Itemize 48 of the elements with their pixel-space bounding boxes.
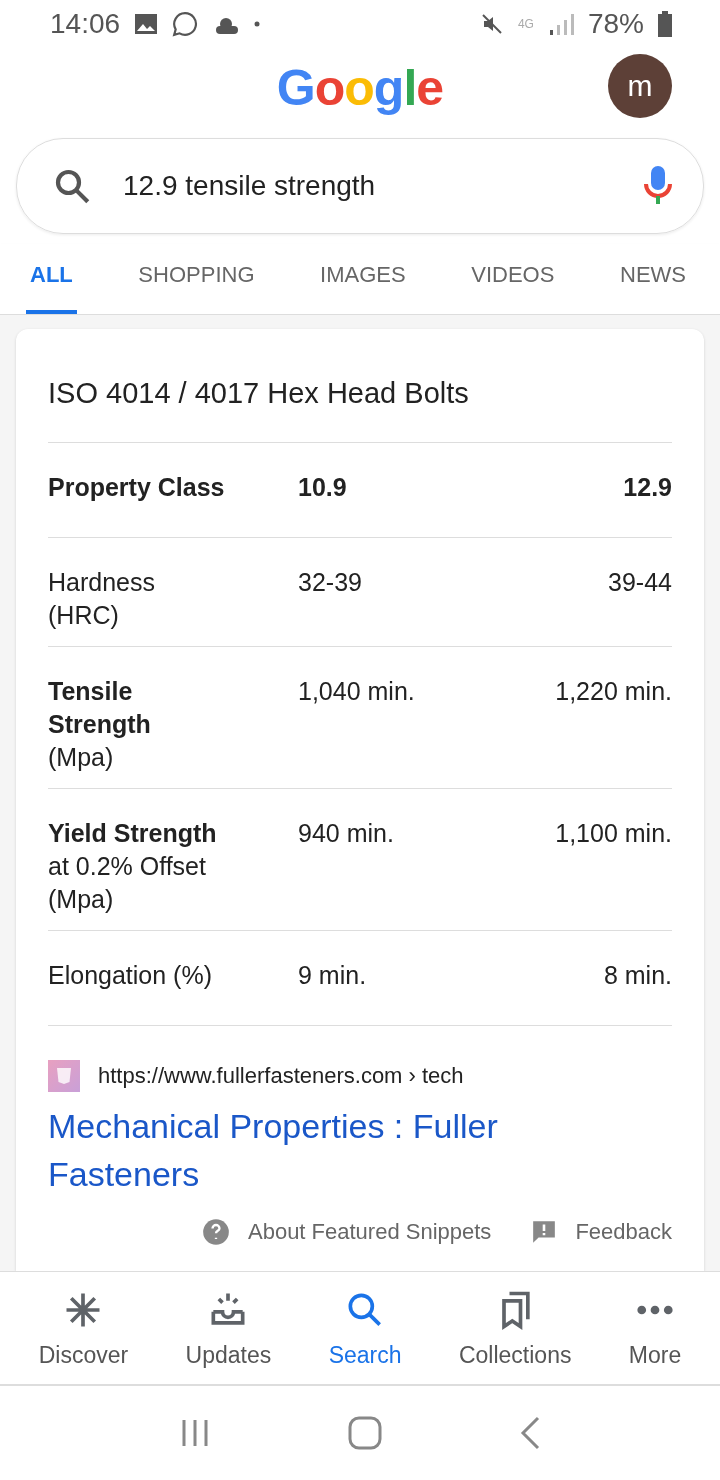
table-cell-text: 12.9 — [622, 472, 672, 503]
nav-item[interactable]: Discover — [32, 1286, 135, 1370]
back-icon[interactable] — [519, 1416, 542, 1450]
table-cell-text: 1,040 min. — [298, 676, 416, 707]
table-cell-text: 940 min. — [298, 818, 395, 849]
signal-icon — [547, 12, 574, 36]
table-cell-text: 10.9 — [298, 472, 348, 503]
nav-item[interactable]: Updates — [179, 1286, 278, 1370]
google-logo: Google — [276, 59, 444, 117]
nav-item[interactable]: More — [622, 1286, 688, 1370]
clock-time: 14:06 — [50, 8, 121, 40]
search-tab[interactable]: SHOPPING — [134, 244, 259, 314]
table-cell-text: Tensile Strength (Mpa) — [48, 676, 152, 773]
table-cell-text: 39-44 — [607, 567, 672, 598]
table-cell-text: 32-39 — [298, 567, 363, 598]
search-field[interactable]: 12.9 tensile strength — [16, 138, 704, 234]
battery-icon — [658, 11, 672, 37]
table-cell-text: 1,100 min. — [554, 818, 672, 849]
search-tab[interactable]: NEWS — [616, 244, 690, 314]
chat-icon — [172, 11, 199, 37]
microphone-icon[interactable] — [643, 166, 673, 206]
dot-icon — [254, 21, 261, 27]
search-tab[interactable]: VIDEOS — [467, 244, 559, 314]
nav-item[interactable]: Search — [322, 1286, 408, 1370]
table-cell-text: 1,220 min. — [554, 676, 672, 707]
table-cell-text: Property Class — [48, 472, 226, 503]
result-link[interactable]: Mechanical Properties : Fuller Fasteners — [48, 1102, 548, 1198]
source-url: https://www.fullerfasteners.com › tech — [98, 1063, 464, 1089]
nav-item[interactable]: Collections — [452, 1286, 578, 1370]
shield-icon — [56, 1067, 72, 1085]
search-tab[interactable]: IMAGES — [316, 244, 410, 314]
home-icon[interactable] — [348, 1416, 382, 1450]
feedback-link[interactable]: Feedback — [575, 1219, 672, 1245]
more-icon — [637, 1304, 674, 1315]
snippet-title: ISO 4014 / 4017 Hex Head Bolts — [48, 329, 672, 443]
about-snippets-link[interactable]: About Featured Snippets — [248, 1219, 492, 1245]
table-cell-text: Elongation (%) — [48, 960, 213, 991]
table-cell-text: Yield Strength at 0.2% Offset (Mpa) — [48, 818, 218, 915]
network-label: 4G — [517, 17, 534, 31]
table-cell-text: 9 min. — [298, 960, 368, 991]
table-cell-text: 8 min. — [602, 960, 672, 991]
image-icon — [134, 13, 159, 35]
battery-percent: 78% — [587, 8, 644, 40]
account-avatar[interactable]: m — [608, 54, 672, 118]
help-icon — [202, 1218, 230, 1246]
muted-icon — [479, 12, 504, 36]
feedback-icon — [531, 1219, 558, 1245]
table-cell-text: Hardness (HRC) — [48, 567, 156, 631]
